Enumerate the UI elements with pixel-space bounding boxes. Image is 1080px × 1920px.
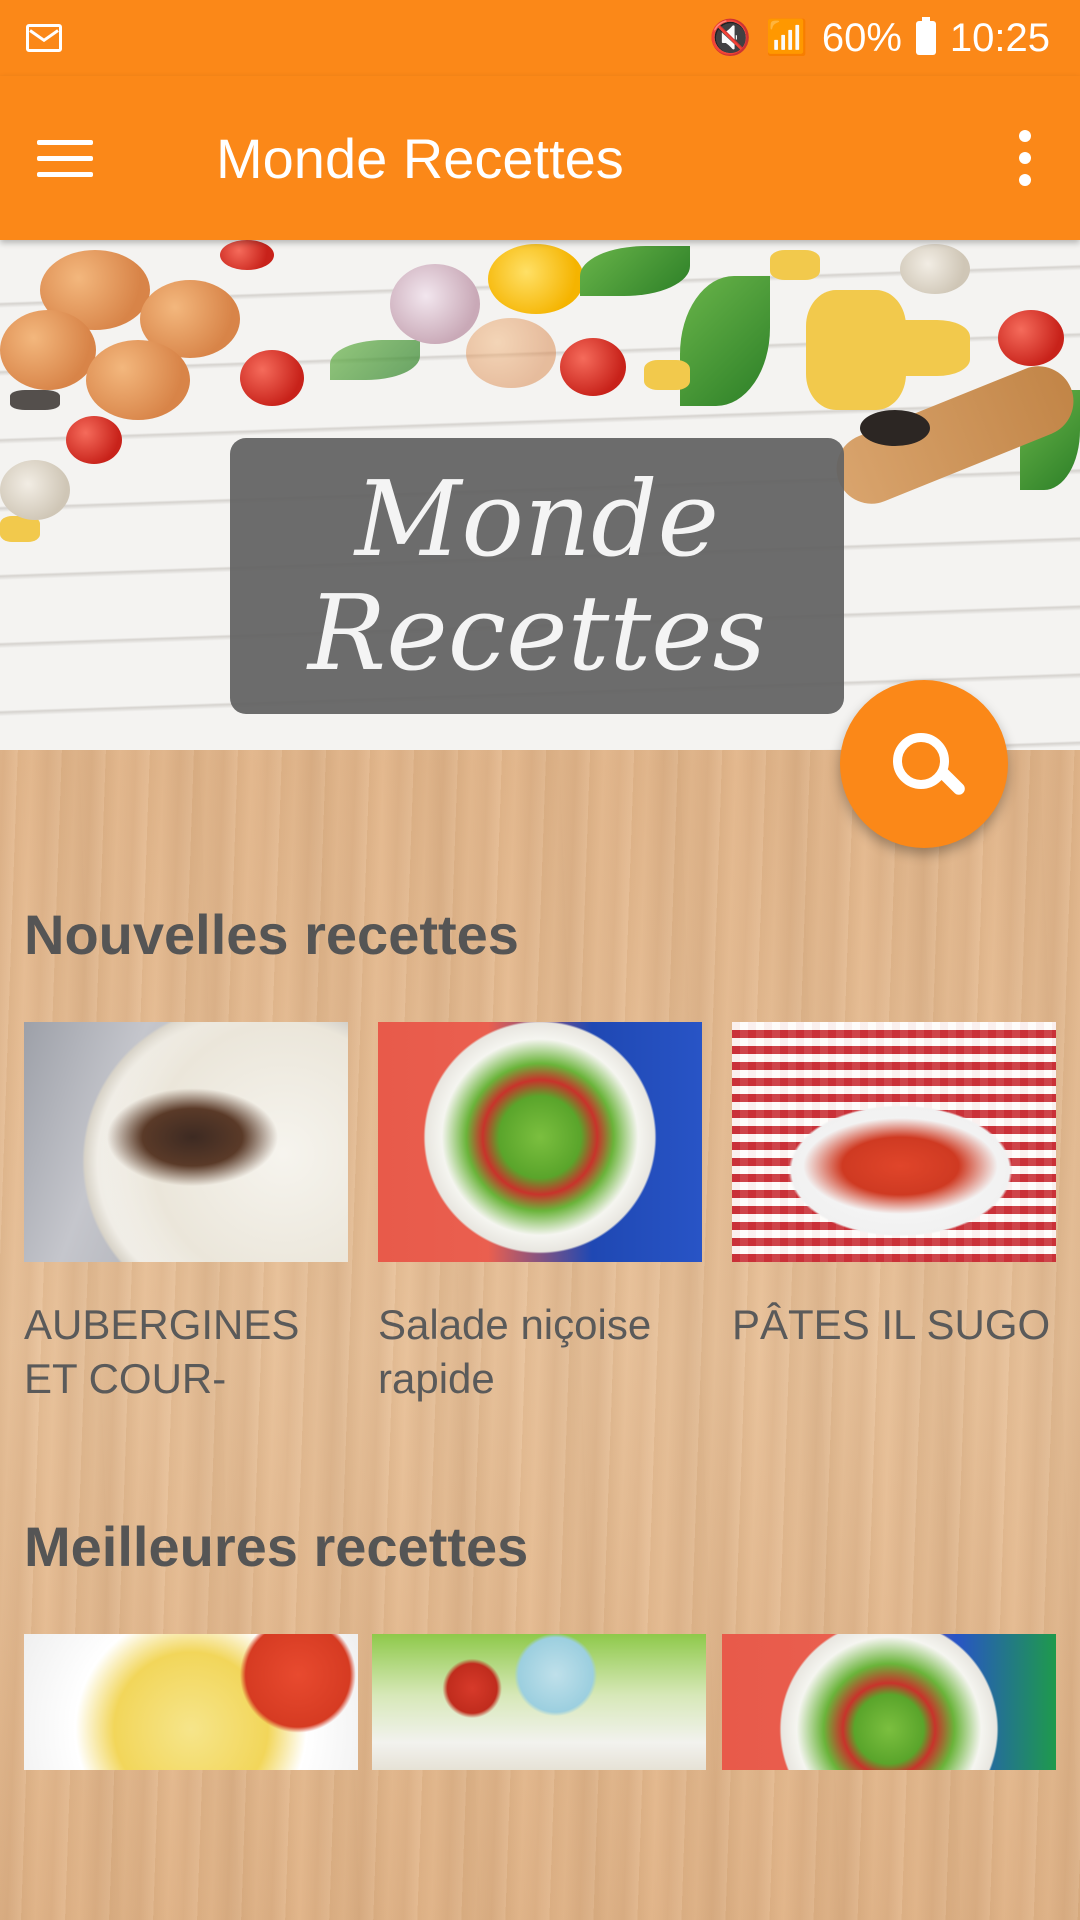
- recipe-card-label[interactable]: PÂTES IL SUGO: [732, 1298, 1062, 1352]
- recipe-card-image[interactable]: [24, 1634, 358, 1770]
- recipe-card-image[interactable]: [722, 1634, 1056, 1770]
- recipe-card-image[interactable]: [372, 1634, 706, 1770]
- status-bar: 🔇 📶 60% 10:25: [0, 0, 1080, 76]
- header-banner: Monde Recettes: [0, 240, 1080, 750]
- banner-logo: Monde Recettes: [230, 438, 844, 714]
- gmail-icon: [26, 24, 62, 52]
- recipe-card-label[interactable]: Salade niçoise rapide: [378, 1298, 698, 1406]
- vibrate-mute-icon: 🔇: [709, 19, 752, 57]
- recipe-card-label[interactable]: AUBERGINES ET COUR-: [24, 1298, 344, 1406]
- app-title: Monde Recettes: [216, 126, 624, 190]
- clock: 10:25: [949, 15, 1050, 60]
- search-icon: [889, 729, 959, 799]
- recipe-card-image[interactable]: [24, 1022, 348, 1262]
- overflow-menu-button[interactable]: [970, 76, 1080, 240]
- section-title-new-recipes: Nouvelles recettes: [24, 903, 519, 966]
- banner-logo-line2: Recettes: [307, 572, 767, 694]
- menu-button[interactable]: [0, 76, 130, 240]
- app-toolbar: Monde Recettes: [0, 76, 1080, 240]
- banner-logo-line1: Monde: [354, 457, 720, 580]
- search-fab-button[interactable]: [840, 680, 1008, 848]
- more-vert-icon: [1019, 130, 1031, 142]
- status-right: 🔇 📶 60% 10:25: [709, 16, 1050, 61]
- hamburger-menu-icon: [37, 138, 93, 178]
- battery-icon: [915, 17, 936, 55]
- section-title-best-recipes: Meilleures recettes: [24, 1515, 529, 1578]
- recipe-card-image[interactable]: [732, 1022, 1056, 1262]
- battery-percent: 60%: [821, 15, 902, 60]
- recipe-card-image[interactable]: [378, 1022, 702, 1262]
- wifi-icon: 📶: [765, 19, 808, 57]
